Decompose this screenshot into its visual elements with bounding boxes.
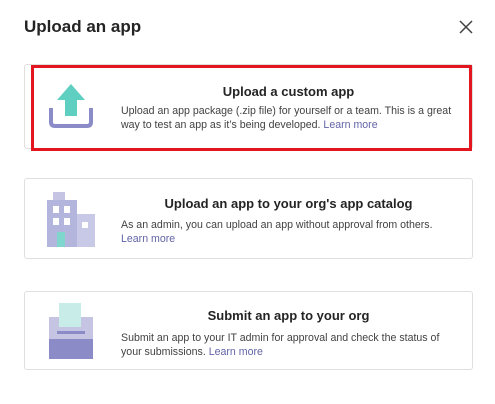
- submit-app-to-org-option[interactable]: Submit an app to your org Submit an app …: [24, 291, 473, 370]
- submit-tray-icon: [49, 303, 93, 359]
- selection-highlight: [31, 65, 472, 151]
- option-description-text: As an admin, you can upload an app witho…: [121, 219, 433, 231]
- building-icon: [47, 192, 95, 247]
- option-title: Upload an app to your org's app catalog: [164, 196, 413, 211]
- option-title: Submit an app to your org: [207, 308, 370, 323]
- learn-more-link[interactable]: Learn more: [121, 233, 175, 245]
- option-description-text: Submit an app to your IT admin for appro…: [121, 332, 440, 358]
- option-description: Submit an app to your IT admin for appro…: [121, 331, 452, 359]
- dialog-title: Upload an app: [24, 17, 142, 36]
- option-description: As an admin, you can upload an app witho…: [121, 218, 452, 246]
- upload-org-catalog-option[interactable]: Upload an app to your org's app catalog …: [24, 178, 473, 259]
- close-icon[interactable]: [457, 18, 475, 36]
- learn-more-link[interactable]: Learn more: [209, 346, 263, 358]
